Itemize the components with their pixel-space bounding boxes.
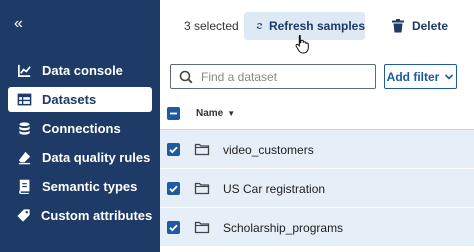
minus-icon (170, 112, 177, 115)
sidebar-item-data-quality-rules[interactable]: Data quality rules (8, 145, 152, 170)
delete-button[interactable]: Delete (388, 12, 448, 40)
dataset-name: video_customers (223, 143, 314, 157)
database-icon (16, 121, 32, 137)
hand-pointer-cursor-icon (295, 35, 309, 54)
checkmark-icon (169, 224, 178, 232)
table-icon (16, 92, 32, 108)
chart-line-icon (16, 63, 32, 79)
folder-icon (194, 182, 210, 195)
table-header: Name ▼ (160, 97, 474, 130)
sidebar-item-label: Semantic types (42, 179, 138, 194)
name-column-label: Name (196, 108, 224, 119)
book-icon (16, 179, 32, 195)
sidebar-item-data-console[interactable]: Data console (8, 58, 152, 83)
table-row[interactable]: US Car registration (160, 169, 474, 208)
sidebar-item-label: Data quality rules (42, 150, 151, 165)
sidebar-item-label: Connections (42, 121, 121, 136)
sidebar-item-custom-attributes[interactable]: Custom attributes (8, 203, 152, 228)
sidebar-item-label: Datasets (42, 92, 97, 107)
checkmark-icon (169, 146, 178, 154)
dataset-name: Scholarship_programs (223, 221, 344, 235)
sidebar-item-label: Data console (42, 63, 123, 78)
sidebar: « Data console Datasets Connections Data… (0, 0, 160, 252)
eraser-icon (16, 150, 32, 166)
collapse-sidebar-icon[interactable]: « (14, 16, 23, 32)
table-row[interactable]: Scholarship_programs (160, 208, 474, 247)
sidebar-item-semantic-types[interactable]: Semantic types (8, 174, 152, 199)
row-checkbox[interactable] (167, 143, 180, 156)
row-checkbox[interactable] (167, 221, 180, 234)
refresh-icon (256, 23, 263, 29)
search-input[interactable] (201, 69, 371, 84)
add-filter-button[interactable]: Add filter (384, 64, 457, 89)
main-content: 3 selected Refresh samples Delete Find a… (160, 0, 474, 252)
add-filter-label: Add filter (386, 69, 440, 84)
search-box (170, 64, 376, 89)
folder-icon (194, 143, 210, 156)
trash-icon (391, 19, 404, 33)
table-row[interactable]: video_customers (160, 130, 474, 169)
search-icon (179, 70, 193, 83)
sidebar-item-connections[interactable]: Connections (8, 116, 152, 141)
sidebar-item-label: Custom attributes (41, 208, 153, 223)
chevron-down-icon (445, 73, 454, 80)
row-checkbox[interactable] (167, 182, 180, 195)
refresh-samples-label: Refresh samples (268, 19, 365, 33)
tag-icon (16, 208, 31, 224)
folder-icon (194, 221, 210, 234)
datasets-table: Name ▼ video_customers US Car registrati… (160, 97, 474, 247)
selected-count: 3 selected (184, 19, 239, 33)
name-column-header[interactable]: Name ▼ (196, 108, 235, 119)
select-all-checkbox[interactable] (167, 107, 180, 120)
toolbar: 3 selected Refresh samples Delete (160, 0, 474, 54)
sort-down-icon: ▼ (227, 109, 236, 118)
sidebar-item-datasets[interactable]: Datasets (8, 87, 152, 112)
delete-label: Delete (411, 19, 448, 33)
dataset-name: US Car registration (223, 182, 326, 196)
checkmark-icon (169, 185, 178, 193)
